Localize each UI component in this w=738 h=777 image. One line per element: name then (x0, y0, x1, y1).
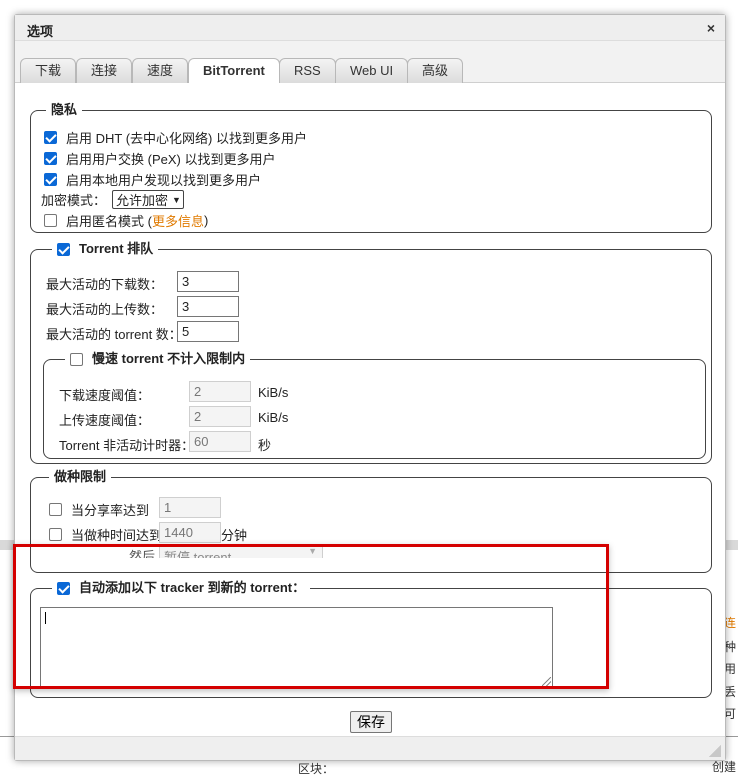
ratio-input[interactable]: 1 (159, 497, 221, 518)
encryption-label: 加密模式： (41, 193, 107, 208)
privacy-group: 隐私 启用 DHT (去中心化网络) 以找到更多用户 启用用户交换 (PeX) … (30, 102, 712, 233)
then-select[interactable]: 暂停 torrent ▼ (159, 544, 323, 558)
max-downloads-label: 最大活动的下载数： (46, 277, 164, 292)
ratio-label: 当分享率达到 (71, 503, 150, 518)
encryption-select[interactable]: 允许加密 ▼ (112, 190, 184, 209)
max-uploads-label: 最大活动的上传数： (46, 302, 164, 317)
options-dialog: 选项 × 下载 连接 速度 BitTorrent RSS Web UI 高级 隐… (14, 14, 726, 761)
ul-threshold-unit: KiB/s (258, 410, 289, 425)
queue-checkbox[interactable] (57, 242, 70, 256)
queue-group: Torrent 排队 最大活动的下载数： 3 最大活动的上传数： 3 最大活动的… (30, 241, 712, 464)
ul-threshold-label: 上传速度阈值： (59, 413, 151, 428)
chevron-down-icon: ▼ (308, 546, 317, 556)
anonymous-checkbox[interactable] (44, 214, 57, 227)
tab-bittorrent[interactable]: BitTorrent (188, 58, 280, 84)
pex-option[interactable]: 启用用户交换 (PeX) 以找到更多用户 (44, 149, 275, 168)
inactive-timer-label: Torrent 非活动计时器： (59, 438, 195, 453)
then-label: 然后 (129, 549, 156, 558)
dialog-title: 选项 (27, 24, 54, 39)
dht-label: 启用 DHT (去中心化网络) 以找到更多用户 (66, 131, 307, 146)
tab-connection[interactable]: 连接 (76, 58, 133, 83)
slow-torrents-checkbox[interactable] (70, 352, 83, 366)
privacy-legend: 隐私 (46, 102, 83, 118)
tab-strip: 下载 连接 速度 BitTorrent RSS Web UI 高级 (15, 41, 725, 84)
more-info-link[interactable]: 更多信息 (152, 211, 204, 230)
dht-option[interactable]: 启用 DHT (去中心化网络) 以找到更多用户 (44, 128, 307, 147)
dialog-titlebar[interactable]: 选项 × (15, 15, 725, 41)
pex-checkbox[interactable] (44, 152, 57, 165)
lsd-label: 启用本地用户发现以找到更多用户 (66, 173, 262, 188)
dl-threshold-unit: KiB/s (258, 385, 289, 400)
encryption-value: 允许加密 (116, 193, 169, 208)
slow-legend: 慢速 torrent 不计入限制内 (92, 351, 246, 366)
then-row: 然后 (129, 546, 155, 558)
anonymous-option[interactable]: 启用匿名模式 (更多信息) (44, 211, 208, 230)
resize-grip-icon[interactable] (709, 745, 721, 757)
slow-legend-container: 慢速 torrent 不计入限制内 (65, 351, 251, 367)
ul-threshold-input[interactable]: 2 (189, 406, 251, 427)
then-select-value: 暂停 torrent (159, 544, 323, 558)
max-torrents-input[interactable]: 5 (177, 321, 239, 342)
tab-advanced[interactable]: 高级 (407, 58, 464, 83)
trackers-legend-container: 自动添加以下 tracker 到新的 torrent： (52, 580, 311, 596)
lsd-option[interactable]: 启用本地用户发现以找到更多用户 (44, 170, 261, 189)
lsd-checkbox[interactable] (44, 173, 57, 186)
trackers-legend: 自动添加以下 tracker 到新的 torrent： (79, 580, 306, 595)
dl-threshold-input[interactable]: 2 (189, 381, 251, 402)
slow-torrents-group: 慢速 torrent 不计入限制内 下载速度阈值： 2 KiB/s 上传速度阈值… (43, 351, 706, 459)
time-label: 当做种时间达到 (71, 528, 163, 543)
ratio-option[interactable]: 当分享率达到 (49, 500, 149, 519)
seeding-legend: 做种限制 (49, 469, 112, 485)
time-option[interactable]: 当做种时间达到 (49, 525, 162, 544)
encryption-row: 加密模式： 允许加密 ▼ (41, 190, 184, 209)
queue-legend: Torrent 排队 (79, 241, 154, 256)
time-unit: 分钟 (221, 528, 248, 543)
bittorrent-panel: 隐私 启用 DHT (去中心化网络) 以找到更多用户 启用用户交换 (PeX) … (15, 83, 725, 738)
tab-rss[interactable]: RSS (279, 58, 336, 83)
pex-label: 启用用户交换 (PeX) 以找到更多用户 (66, 152, 276, 167)
inactive-timer-unit: 秒 (258, 438, 272, 453)
queue-legend-container: Torrent 排队 (52, 241, 159, 257)
close-icon[interactable]: × (703, 20, 719, 36)
tab-webui[interactable]: Web UI (335, 58, 409, 83)
tab-downloads[interactable]: 下载 (20, 58, 77, 83)
time-checkbox[interactable] (49, 528, 62, 541)
background-divider (726, 736, 738, 737)
trackers-checkbox[interactable] (57, 581, 70, 595)
anonymous-label: 启用匿名模式 ( (66, 214, 152, 229)
text-caret (45, 612, 46, 624)
ratio-checkbox[interactable] (49, 503, 62, 516)
time-input[interactable]: 1440 (159, 522, 221, 543)
max-uploads-input[interactable]: 3 (177, 296, 239, 317)
max-torrents-label: 最大活动的 torrent 数： (46, 327, 182, 342)
dl-threshold-label: 下载速度阈值： (59, 388, 151, 403)
chevron-down-icon: ▼ (172, 194, 181, 205)
resize-handle-icon[interactable] (542, 677, 551, 686)
dht-checkbox[interactable] (44, 131, 57, 144)
trackers-textarea[interactable] (40, 607, 553, 688)
dialog-footer (15, 736, 725, 760)
anonymous-suffix: ) (203, 213, 209, 228)
seeding-group: 做种限制 当分享率达到 1 当做种时间达到 1440 分钟 然后 暂停 torr… (30, 469, 712, 573)
save-button[interactable]: 保存 (350, 711, 392, 733)
tab-speed[interactable]: 速度 (132, 58, 189, 83)
background-divider (0, 736, 14, 737)
max-downloads-input[interactable]: 3 (177, 271, 239, 292)
inactive-timer-input[interactable]: 60 (189, 431, 251, 452)
